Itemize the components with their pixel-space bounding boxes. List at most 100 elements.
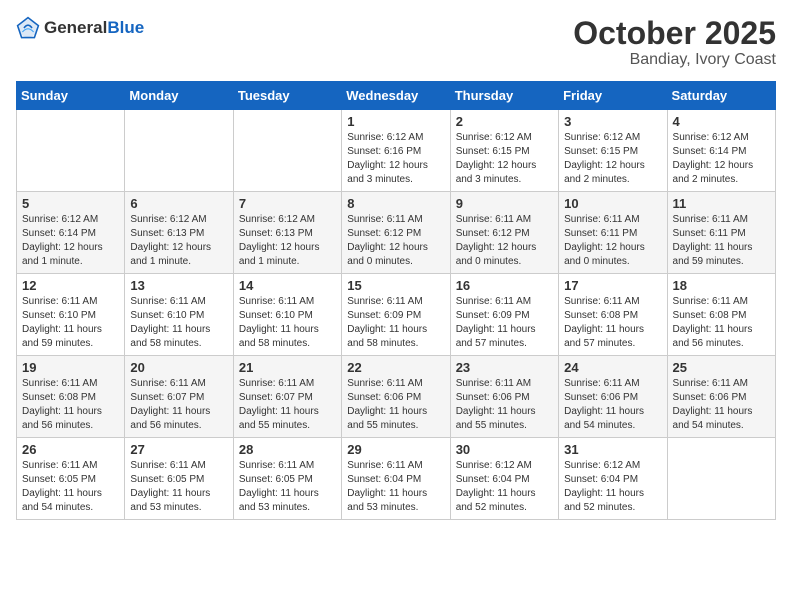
calendar-cell: 12 Sunrise: 6:11 AM Sunset: 6:10 PM Dayli… (17, 274, 125, 356)
logo: GeneralBlue (16, 16, 144, 40)
day-info: Sunrise: 6:12 AM Sunset: 6:13 PM Dayligh… (239, 213, 336, 269)
day-number: 26 (22, 442, 119, 457)
day-number: 24 (564, 360, 661, 375)
calendar-cell: 19 Sunrise: 6:11 AM Sunset: 6:08 PM Dayli… (17, 356, 125, 438)
calendar-cell: 25 Sunrise: 6:11 AM Sunset: 6:06 PM Dayli… (667, 356, 775, 438)
day-number: 14 (239, 278, 336, 293)
logo-general: General (44, 18, 107, 37)
calendar-cell: 13Sunrise: 6:11 AM Sunset: 6:10 PM Dayli… (125, 274, 233, 356)
day-number: 3 (564, 114, 661, 129)
day-number: 2 (456, 114, 553, 129)
day-number: 31 (564, 442, 661, 457)
weekday-header-wednesday: Wednesday (342, 82, 450, 110)
day-number: 22 (347, 360, 444, 375)
calendar-week-4: 19 Sunrise: 6:11 AM Sunset: 6:08 PM Dayli… (17, 356, 776, 438)
day-info: Sunrise: 6:11 AM Sunset: 6:11 PM Dayligh… (673, 213, 770, 269)
day-info: Sunrise: 6:11 AM Sunset: 6:09 PM Dayligh… (347, 295, 444, 351)
calendar-cell: 3 Sunrise: 6:12 AM Sunset: 6:15 PM Daylig… (559, 110, 667, 192)
day-info: Sunrise: 6:11 AM Sunset: 6:12 PM Dayligh… (456, 213, 553, 269)
weekday-header-friday: Friday (559, 82, 667, 110)
calendar-cell: 11 Sunrise: 6:11 AM Sunset: 6:11 PM Dayli… (667, 192, 775, 274)
calendar-cell: 29Sunrise: 6:11 AM Sunset: 6:04 PM Dayli… (342, 438, 450, 520)
day-info: Sunrise: 6:11 AM Sunset: 6:12 PM Dayligh… (347, 213, 444, 269)
title-block: October 2025 Bandiay, Ivory Coast (573, 16, 776, 69)
day-info: Sunrise: 6:11 AM Sunset: 6:11 PM Dayligh… (564, 213, 661, 269)
calendar-cell: 7 Sunrise: 6:12 AM Sunset: 6:13 PM Daylig… (233, 192, 341, 274)
day-number: 12 (22, 278, 119, 293)
day-number: 5 (22, 196, 119, 211)
calendar-cell: 2 Sunrise: 6:12 AM Sunset: 6:15 PM Daylig… (450, 110, 558, 192)
weekday-header-row: SundayMondayTuesdayWednesdayThursdayFrid… (17, 82, 776, 110)
calendar-cell: 15 Sunrise: 6:11 AM Sunset: 6:09 PM Dayli… (342, 274, 450, 356)
day-info: Sunrise: 6:11 AM Sunset: 6:05 PM Dayligh… (239, 459, 336, 515)
calendar-cell: 6Sunrise: 6:12 AM Sunset: 6:13 PM Daylig… (125, 192, 233, 274)
day-info: Sunrise: 6:11 AM Sunset: 6:10 PM Dayligh… (22, 295, 119, 351)
day-number: 23 (456, 360, 553, 375)
day-info: Sunrise: 6:12 AM Sunset: 6:14 PM Dayligh… (673, 131, 770, 187)
day-number: 8 (347, 196, 444, 211)
calendar-week-1: 1Sunrise: 6:12 AM Sunset: 6:16 PM Daylig… (17, 110, 776, 192)
calendar-cell: 9 Sunrise: 6:11 AM Sunset: 6:12 PM Daylig… (450, 192, 558, 274)
calendar-cell: 23 Sunrise: 6:11 AM Sunset: 6:06 PM Dayli… (450, 356, 558, 438)
calendar-cell: 27 Sunrise: 6:11 AM Sunset: 6:05 PM Dayli… (125, 438, 233, 520)
day-info: Sunrise: 6:12 AM Sunset: 6:14 PM Dayligh… (22, 213, 119, 269)
calendar-cell (667, 438, 775, 520)
day-number: 25 (673, 360, 770, 375)
day-info: Sunrise: 6:12 AM Sunset: 6:04 PM Dayligh… (564, 459, 661, 515)
day-number: 29 (347, 442, 444, 457)
weekday-header-monday: Monday (125, 82, 233, 110)
calendar-cell: 5 Sunrise: 6:12 AM Sunset: 6:14 PM Daylig… (17, 192, 125, 274)
day-info: Sunrise: 6:11 AM Sunset: 6:08 PM Dayligh… (673, 295, 770, 351)
calendar-subtitle: Bandiay, Ivory Coast (573, 51, 776, 69)
day-info: Sunrise: 6:11 AM Sunset: 6:05 PM Dayligh… (22, 459, 119, 515)
day-info: Sunrise: 6:11 AM Sunset: 6:10 PM Dayligh… (130, 295, 227, 351)
day-number: 15 (347, 278, 444, 293)
day-info: Sunrise: 6:11 AM Sunset: 6:09 PM Dayligh… (456, 295, 553, 351)
day-number: 18 (673, 278, 770, 293)
day-info: Sunrise: 6:11 AM Sunset: 6:07 PM Dayligh… (239, 377, 336, 433)
logo-blue: Blue (107, 18, 144, 37)
day-number: 9 (456, 196, 553, 211)
calendar-cell: 20Sunrise: 6:11 AM Sunset: 6:07 PM Dayli… (125, 356, 233, 438)
day-info: Sunrise: 6:11 AM Sunset: 6:08 PM Dayligh… (564, 295, 661, 351)
calendar-week-2: 5 Sunrise: 6:12 AM Sunset: 6:14 PM Daylig… (17, 192, 776, 274)
day-info: Sunrise: 6:11 AM Sunset: 6:10 PM Dayligh… (239, 295, 336, 351)
day-number: 30 (456, 442, 553, 457)
logo-text: GeneralBlue (44, 19, 144, 38)
calendar-cell: 14 Sunrise: 6:11 AM Sunset: 6:10 PM Dayli… (233, 274, 341, 356)
day-info: Sunrise: 6:11 AM Sunset: 6:05 PM Dayligh… (130, 459, 227, 515)
day-info: Sunrise: 6:12 AM Sunset: 6:15 PM Dayligh… (456, 131, 553, 187)
day-info: Sunrise: 6:11 AM Sunset: 6:06 PM Dayligh… (456, 377, 553, 433)
day-info: Sunrise: 6:12 AM Sunset: 6:16 PM Dayligh… (347, 131, 444, 187)
day-number: 4 (673, 114, 770, 129)
calendar-cell: 4 Sunrise: 6:12 AM Sunset: 6:14 PM Daylig… (667, 110, 775, 192)
day-number: 10 (564, 196, 661, 211)
day-info: Sunrise: 6:11 AM Sunset: 6:06 PM Dayligh… (673, 377, 770, 433)
day-number: 6 (130, 196, 227, 211)
logo-icon (16, 16, 40, 40)
calendar-week-5: 26 Sunrise: 6:11 AM Sunset: 6:05 PM Dayli… (17, 438, 776, 520)
day-number: 11 (673, 196, 770, 211)
calendar-cell: 16Sunrise: 6:11 AM Sunset: 6:09 PM Dayli… (450, 274, 558, 356)
calendar-cell: 24Sunrise: 6:11 AM Sunset: 6:06 PM Dayli… (559, 356, 667, 438)
day-info: Sunrise: 6:12 AM Sunset: 6:15 PM Dayligh… (564, 131, 661, 187)
calendar-cell: 1Sunrise: 6:12 AM Sunset: 6:16 PM Daylig… (342, 110, 450, 192)
calendar-cell: 17Sunrise: 6:11 AM Sunset: 6:08 PM Dayli… (559, 274, 667, 356)
day-number: 7 (239, 196, 336, 211)
day-number: 21 (239, 360, 336, 375)
day-info: Sunrise: 6:12 AM Sunset: 6:04 PM Dayligh… (456, 459, 553, 515)
day-number: 27 (130, 442, 227, 457)
day-number: 20 (130, 360, 227, 375)
day-info: Sunrise: 6:11 AM Sunset: 6:06 PM Dayligh… (347, 377, 444, 433)
weekday-header-saturday: Saturday (667, 82, 775, 110)
calendar-cell: 18 Sunrise: 6:11 AM Sunset: 6:08 PM Dayli… (667, 274, 775, 356)
calendar-cell: 30 Sunrise: 6:12 AM Sunset: 6:04 PM Dayli… (450, 438, 558, 520)
weekday-header-sunday: Sunday (17, 82, 125, 110)
day-number: 19 (22, 360, 119, 375)
calendar-table: SundayMondayTuesdayWednesdayThursdayFrid… (16, 81, 776, 520)
calendar-cell: 8 Sunrise: 6:11 AM Sunset: 6:12 PM Daylig… (342, 192, 450, 274)
day-info: Sunrise: 6:11 AM Sunset: 6:08 PM Dayligh… (22, 377, 119, 433)
calendar-cell: 26 Sunrise: 6:11 AM Sunset: 6:05 PM Dayli… (17, 438, 125, 520)
page-header: GeneralBlue October 2025 Bandiay, Ivory … (16, 16, 776, 69)
calendar-cell: 22 Sunrise: 6:11 AM Sunset: 6:06 PM Dayli… (342, 356, 450, 438)
